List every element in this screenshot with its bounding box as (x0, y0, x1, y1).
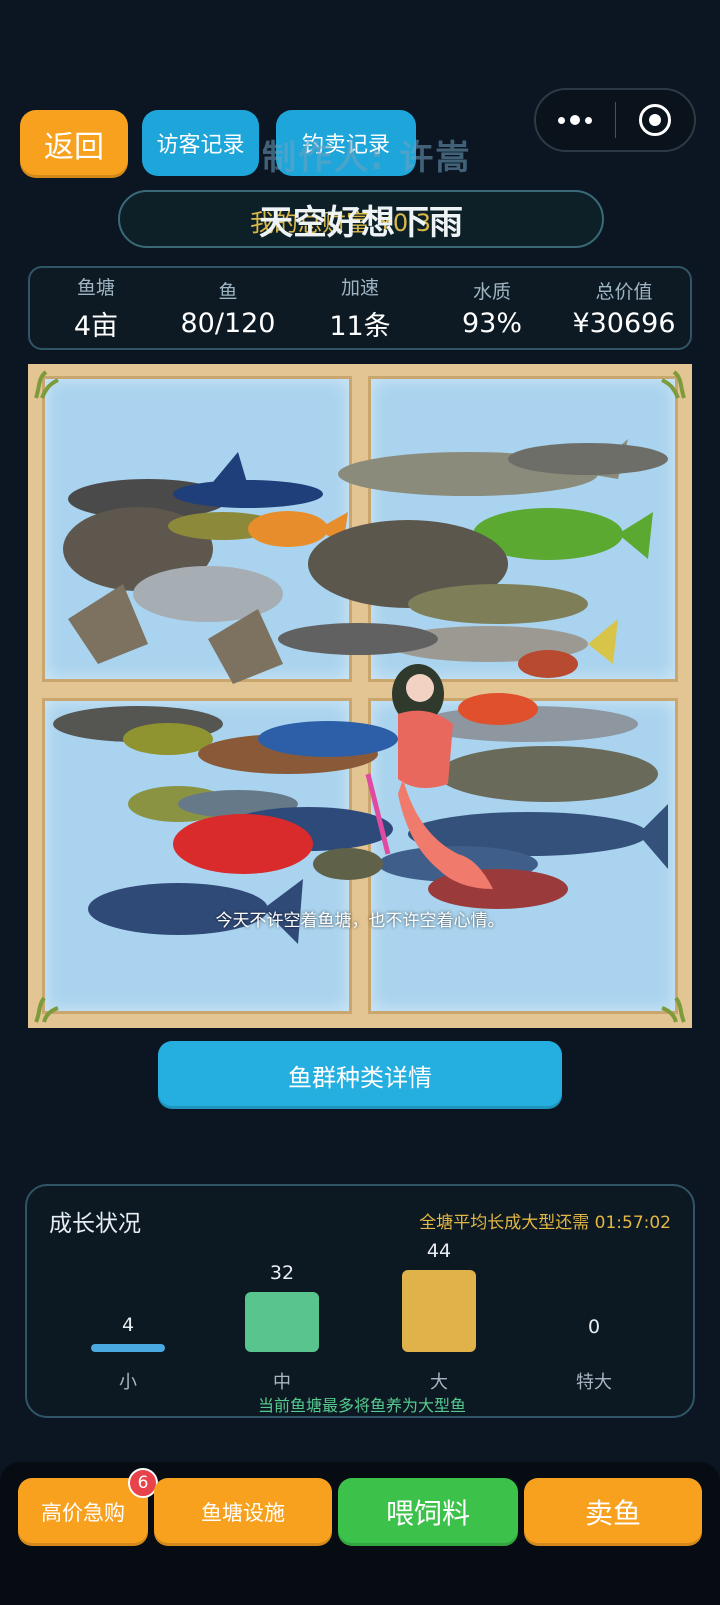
fish-species-details-button[interactable]: 鱼群种类详情 (158, 1041, 562, 1109)
visitor-record-button[interactable]: 访客记录 (142, 110, 259, 176)
growth-count: 32 (269, 1262, 295, 1284)
stat-water-quality: 水质 93% (426, 268, 558, 348)
growth-count: 44 (426, 1240, 452, 1262)
growth-size-label: 特大 (576, 1372, 612, 1393)
growth-bar-small: 4 小 (91, 1314, 165, 1393)
growth-bar-xlarge: 0 特大 (557, 1316, 631, 1393)
growth-bar (402, 1270, 476, 1352)
pond-name-bar: 天空好想下雨 (118, 190, 604, 248)
stat-pond-size: 鱼塘 4亩 (30, 268, 162, 348)
feed-button[interactable]: 喂饲料 (338, 1478, 518, 1546)
growth-bar (245, 1292, 319, 1352)
stat-label: 水质 (472, 281, 511, 303)
more-icon[interactable] (536, 115, 615, 125)
growth-size-label: 小 (119, 1372, 137, 1393)
stat-value: 80/120 (180, 308, 276, 339)
stat-value: 4亩 (73, 311, 119, 342)
growth-count: 0 (587, 1316, 601, 1338)
stat-label: 鱼塘 (76, 277, 115, 299)
stat-label: 加速 (340, 277, 379, 299)
stat-fish-count: 鱼 80/120 (162, 268, 294, 348)
growth-timer: 全塘平均长成大型还需 01:57:02 (419, 1213, 671, 1233)
stat-value: 11条 (329, 311, 391, 342)
growth-count: 4 (121, 1314, 135, 1336)
stat-value: 93% (461, 308, 522, 339)
growth-bar (91, 1344, 165, 1352)
pond-stats: 鱼塘 4亩 鱼 80/120 加速 11条 水质 93% 总价值 ¥30696 (28, 266, 692, 350)
fish-pond[interactable]: 今天不许空着鱼塘，也不许空着心情。 (28, 364, 692, 1028)
stat-value: ¥30696 (572, 308, 676, 339)
back-button[interactable]: 返回 (20, 110, 128, 178)
miniprogram-capsule (534, 88, 696, 152)
stat-label: 鱼 (218, 281, 238, 303)
pond-facility-button[interactable]: 鱼塘设施 (154, 1478, 332, 1546)
growth-size-label: 中 (273, 1372, 291, 1393)
pond-name: 天空好想下雨 (259, 202, 463, 243)
maker-watermark: 制作人: 许嵩 (262, 138, 472, 178)
stat-total-value: 总价值 ¥30696 (558, 268, 690, 348)
pond-caption: 今天不许空着鱼塘，也不许空着心情。 (215, 911, 505, 931)
mermaid-illustration (365, 664, 493, 889)
growth-status-panel: 成长状况 全塘平均长成大型还需 01:57:02 4 小 32 中 44 大 0… (25, 1184, 695, 1418)
growth-bar-large: 44 大 (402, 1240, 476, 1393)
growth-note: 当前鱼塘最多将鱼养为大型鱼 (257, 1396, 466, 1415)
growth-bar-medium: 32 中 (245, 1262, 319, 1393)
stat-speedup: 加速 11条 (294, 268, 426, 348)
stat-label: 总价值 (595, 281, 653, 303)
growth-title: 成长状况 (49, 1211, 141, 1237)
close-miniprogram-icon[interactable] (616, 104, 695, 136)
growth-size-label: 大 (430, 1372, 448, 1393)
sell-fish-button[interactable]: 卖鱼 (524, 1478, 702, 1546)
